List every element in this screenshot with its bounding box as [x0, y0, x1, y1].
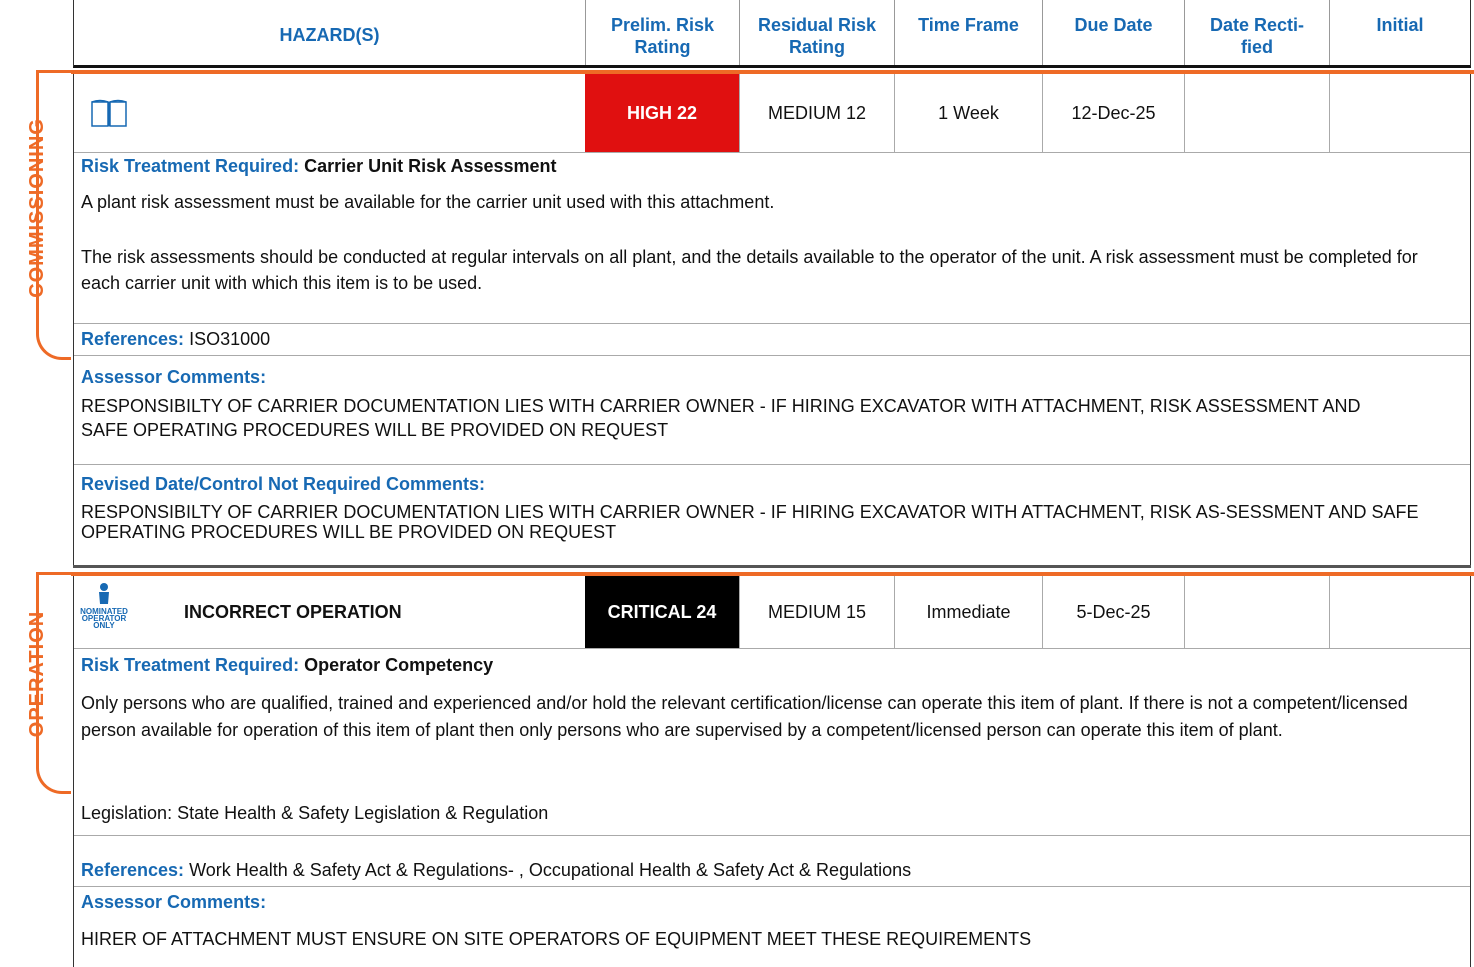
references-value: ISO31000: [189, 329, 271, 349]
hazard-name: INCORRECT OPERATION: [184, 602, 402, 622]
risk-treatment-value: Carrier Unit Risk Assessment: [304, 156, 557, 176]
initial: [1329, 74, 1470, 152]
book-icon: [90, 98, 128, 128]
assessor-comments-text: HIRER OF ATTACHMENT MUST ENSURE ON SITE …: [81, 929, 1032, 949]
assessor-comments-text: RESPONSIBILTY OF CARRIER DOCUMENTATION L…: [81, 396, 1361, 440]
prelim-rating-badge: HIGH 22: [585, 74, 739, 152]
revised-comments-label: Revised Date/Control Not Required Commen…: [81, 474, 486, 494]
time-frame: 1 Week: [894, 74, 1042, 152]
date-rectified: [1184, 576, 1329, 648]
assessor-comments-label: Assessor Comments:: [81, 892, 267, 912]
header-time-frame: Time Frame: [894, 0, 1042, 65]
residual-rating: MEDIUM 12: [739, 74, 894, 152]
header-prelim-risk-line2: Rating: [634, 37, 691, 57]
assessor-comments-label: Assessor Comments:: [81, 367, 267, 387]
references-line: References: Work Health & Safety Act & R…: [81, 857, 911, 883]
due-date: 5-Dec-25: [1042, 576, 1184, 648]
header-date-rectified-line2: fied: [1240, 37, 1273, 57]
risk-treatment-paragraph: A plant risk assessment must be availabl…: [81, 192, 775, 212]
risk-treatment-paragraph: Only persons who are qualified, trained …: [81, 693, 1408, 740]
header-date-rectified: Date Recti- fied: [1184, 0, 1329, 65]
risk-treatment-value: Operator Competency: [304, 655, 494, 675]
table-header: HAZARD(S) Prelim. Risk Rating Residual R…: [73, 0, 1471, 68]
header-hazards: HAZARD(S): [279, 25, 380, 45]
section-label-operation: OPERATION: [26, 610, 48, 738]
risk-treatment-paragraph: The risk assessments should be conducted…: [81, 247, 1418, 293]
header-initial: Initial: [1329, 0, 1470, 65]
risk-treatment-heading: Risk Treatment Required: Carrier Unit Ri…: [81, 153, 557, 179]
section-label-commissioning: COMMISSIONING: [26, 118, 48, 298]
row-divider: [74, 464, 1470, 465]
icon-text-line: ONLY: [93, 621, 115, 630]
row-divider: [74, 648, 1470, 649]
header-prelim-risk: Prelim. Risk Rating: [585, 0, 739, 65]
header-due-date: Due Date: [1042, 0, 1184, 65]
hazard-block-commissioning: HIGH 22 MEDIUM 12 1 Week 12-Dec-25 Risk …: [73, 74, 1471, 566]
header-residual-risk: Residual Risk Rating: [739, 0, 894, 65]
nominated-operator-icon: NOMINATED OPERATOR ONLY: [78, 582, 130, 642]
revised-comments-text: RESPONSIBILTY OF CARRIER DOCUMENTATION L…: [81, 502, 1419, 542]
row-divider: [74, 835, 1470, 836]
risk-treatment-paragraph: Legislation: State Health & Safety Legis…: [81, 803, 549, 823]
hazard-summary-row: NOMINATED OPERATOR ONLY INCORRECT OPERAT…: [74, 576, 1470, 654]
due-date: 12-Dec-25: [1042, 74, 1184, 152]
row-divider: [74, 886, 1470, 887]
hazard-summary-row: HIGH 22 MEDIUM 12 1 Week 12-Dec-25: [74, 74, 1470, 152]
references-line: References: ISO31000: [81, 326, 270, 352]
row-divider: [74, 323, 1470, 324]
date-rectified: [1184, 74, 1329, 152]
risk-treatment-label: Risk Treatment Required:: [81, 156, 300, 176]
section-separator: [73, 565, 1471, 568]
header-residual-risk-line1: Residual Risk: [757, 15, 877, 35]
row-divider: [74, 355, 1470, 356]
references-label: References:: [81, 860, 185, 880]
risk-treatment-label: Risk Treatment Required:: [81, 655, 300, 675]
header-prelim-risk-line1: Prelim. Risk: [610, 15, 715, 35]
references-value: Work Health & Safety Act & Regulations- …: [189, 860, 912, 880]
hazard-block-operation: NOMINATED OPERATOR ONLY INCORRECT OPERAT…: [73, 576, 1471, 967]
prelim-rating-badge: CRITICAL 24: [585, 576, 739, 648]
initial: [1329, 576, 1470, 648]
header-residual-risk-line2: Rating: [789, 37, 845, 57]
references-label: References:: [81, 329, 185, 349]
nominated-operator-text: NOMINATED OPERATOR ONLY: [78, 608, 130, 630]
residual-rating: MEDIUM 15: [739, 576, 894, 648]
header-date-rectified-line1: Date Recti-: [1209, 15, 1305, 35]
risk-treatment-heading: Risk Treatment Required: Operator Compet…: [81, 652, 493, 678]
time-frame: Immediate: [894, 576, 1042, 648]
